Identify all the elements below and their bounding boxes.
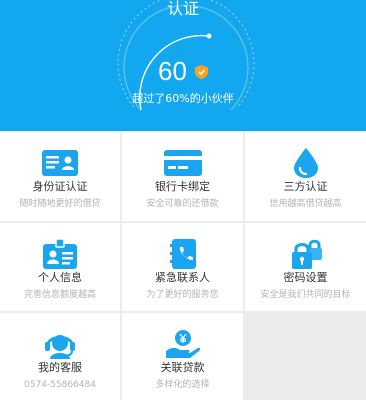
shield-badge-icon <box>195 65 208 79</box>
credit-score-header: 认证 60 超过了60%的小伙伴 <box>0 0 366 131</box>
grid-item-desc: 多样化的选择 <box>155 380 210 390</box>
headset-icon <box>45 335 75 359</box>
grid-item-label: 紧急联系人 <box>155 271 210 284</box>
grid-item-desc: 安全是我们共同的目标 <box>260 290 351 300</box>
bank-card-icon <box>163 150 202 176</box>
grid-item-desc: 为了更好的服务您 <box>146 290 219 300</box>
gauge-indicator-dot <box>206 33 212 39</box>
grid-item-desc: 随时随地更好的借贷 <box>19 199 101 209</box>
grid-item-personal-info[interactable]: 个人信息 完善信息额度越高 <box>0 223 120 311</box>
grid-item-label: 我的客服 <box>38 361 82 374</box>
credit-score-value: 60 <box>157 56 187 86</box>
grid-item-password[interactable]: 密码设置 安全是我们共同的目标 <box>245 223 366 311</box>
grid-item-label: 银行卡绑定 <box>155 180 210 193</box>
id-card-icon <box>42 150 78 176</box>
grid-item-label: 身份证认证 <box>32 180 88 193</box>
score-percentile-text: 超过了60%的小伙伴 <box>132 92 234 105</box>
water-drop-icon <box>293 148 318 178</box>
grid-item-related-loan[interactable]: 关联贷款 多样化的选择 <box>122 313 243 400</box>
grid-item-label: 个人信息 <box>38 271 82 284</box>
grid-item-desc: 0574-55866484 <box>24 380 96 390</box>
grid-item-emergency-contact[interactable]: 紧急联系人 为了更好的服务您 <box>122 223 243 311</box>
grid-item-desc: 信用越高借贷越高 <box>269 199 342 209</box>
grid-item-bank-card[interactable]: 银行卡绑定 安全可靠的还借款 <box>122 132 243 221</box>
grid-item-desc: 完善信息额度越高 <box>23 290 96 300</box>
grid-item-third-party[interactable]: 三方认证 信用越高借贷越高 <box>245 132 366 221</box>
grid-item-desc: 安全可靠的还借款 <box>146 199 219 209</box>
grid-item-label: 密码设置 <box>283 271 328 284</box>
grid-item-customer-service[interactable]: 我的客服 0574-55866484 <box>0 313 120 400</box>
personal-badge-icon <box>43 239 77 269</box>
verification-grid: 身份证认证 随时随地更好的借贷 银行卡绑定 安全可靠的还借款 三方认证 信用越高… <box>0 131 366 400</box>
grid-item-label: 三方认证 <box>283 180 328 193</box>
lock-icon <box>291 239 322 269</box>
grid-item-id-card[interactable]: 身份证认证 随时随地更好的借贷 <box>0 132 120 221</box>
coin-hand-icon <box>165 330 200 358</box>
grid-item-label: 关联贷款 <box>160 361 205 374</box>
contact-book-icon <box>169 239 196 269</box>
